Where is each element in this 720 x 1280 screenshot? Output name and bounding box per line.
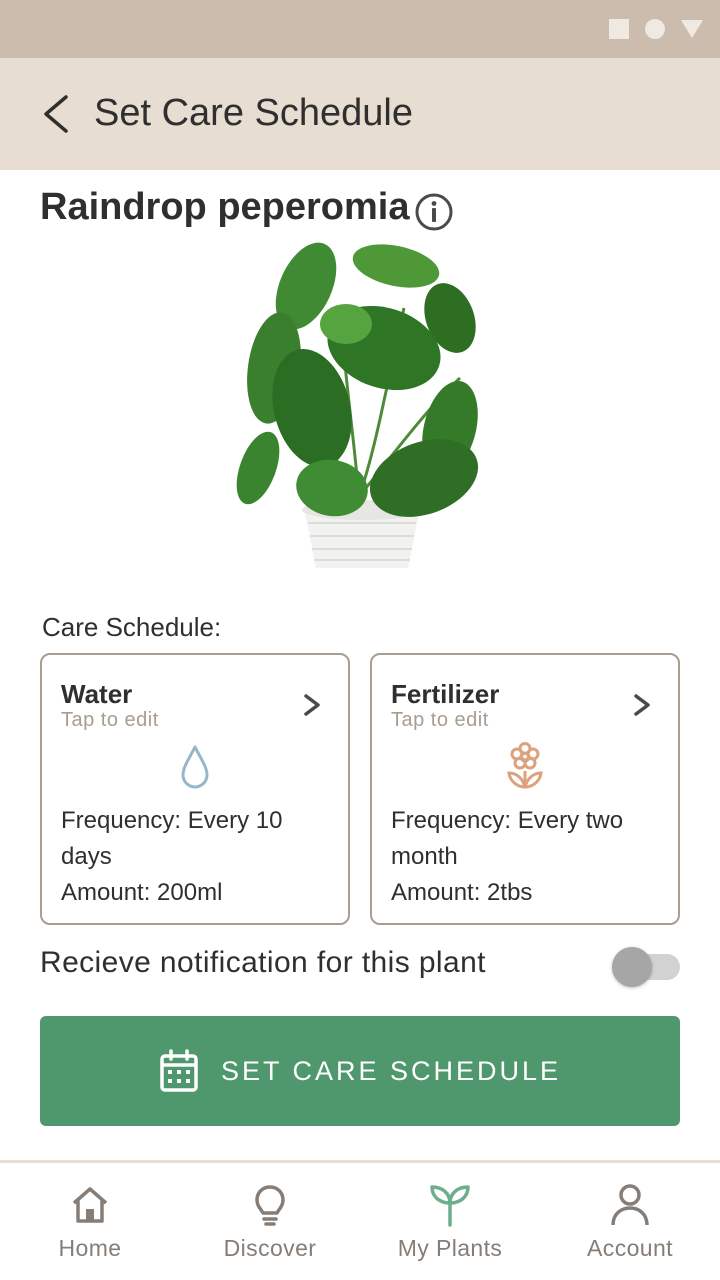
back-chevron-icon[interactable] [36,94,76,134]
water-amount: Amount: 200ml [61,879,223,906]
plant-photo [236,242,479,568]
notification-toggle[interactable] [612,946,682,987]
flower-icon [507,742,543,789]
system-nav-icons [608,18,704,40]
fertilizer-card[interactable]: Fertilizer Tap to edit Frequency: Every … [370,653,680,925]
card-subtitle: Tap to edit [61,709,159,731]
card-title: Water [61,679,133,709]
nav-item-home[interactable]: Home [0,1163,180,1280]
water-card[interactable]: Water Tap to edit Frequency: Every 10 da… [40,653,350,925]
nav-item-account[interactable]: Account [540,1163,720,1280]
toggle-knob [612,947,652,987]
sprout-icon [430,1185,470,1227]
card-title: Fertilizer [391,679,500,709]
triangle-icon [681,20,703,38]
plant-name: Raindrop peperomia [40,186,410,228]
circle-icon [645,19,665,39]
water-drop-icon [181,745,209,789]
fertilizer-amount: Amount: 2tbs [391,879,533,906]
page-title: Set Care Schedule [94,92,413,134]
chevron-right-icon [304,694,320,716]
nav-label-discover: Discover [223,1235,317,1261]
info-icon[interactable] [414,192,454,232]
app-bar: Set Care Schedule [0,58,720,170]
nav-label-home: Home [58,1235,122,1261]
fertilizer-frequency: Frequency: Every two month [391,807,624,870]
square-icon [609,19,629,39]
nav-label-account: Account [587,1235,673,1261]
status-bar [0,0,720,58]
care-schedule-label: Care Schedule: [42,612,222,642]
nav-item-my-plants[interactable]: My Plants [360,1163,540,1280]
set-care-schedule-button[interactable]: SET CARE SCHEDULE [40,1016,680,1126]
calendar-icon [160,1049,198,1092]
card-subtitle: Tap to edit [391,709,489,731]
water-frequency: Frequency: Every 10 days [61,807,283,870]
bottom-nav: Home Discover My Plants Account [0,1160,720,1280]
lightbulb-icon [255,1185,285,1226]
card-details: Frequency: Every 10 days Amount: 200ml [61,803,331,911]
set-care-schedule-label: SET CARE SCHEDULE [220,1055,562,1086]
person-icon [611,1184,649,1226]
notification-label: Recieve notification for this plant [40,946,486,979]
nav-item-discover[interactable]: Discover [180,1163,360,1280]
home-icon [72,1187,108,1223]
chevron-right-icon [634,694,650,716]
nav-label-my-plants: My Plants [397,1235,503,1261]
card-details: Frequency: Every two month Amount: 2tbs [391,803,661,911]
